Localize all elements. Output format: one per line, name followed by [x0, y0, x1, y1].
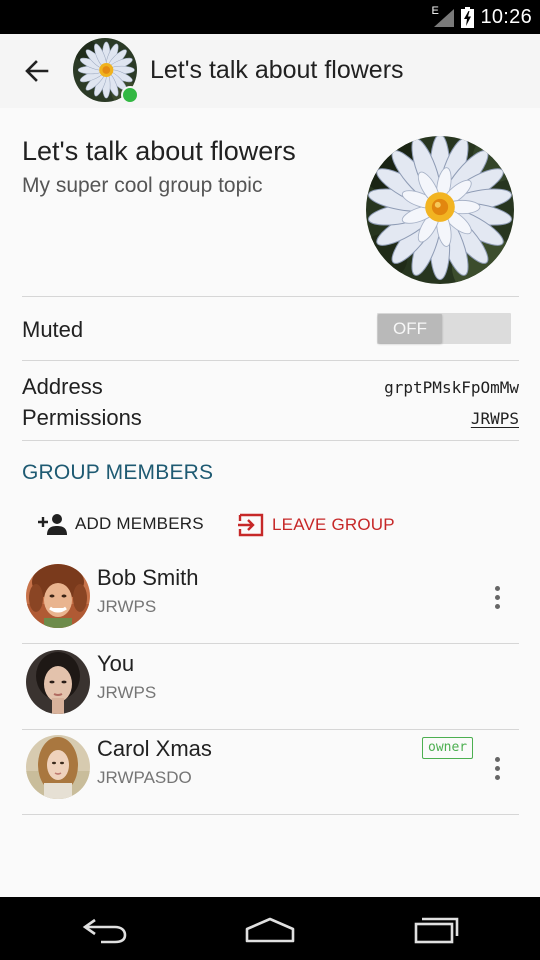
member-permissions: JRWPASDO [97, 768, 192, 787]
arrow-left-icon [25, 60, 49, 82]
nav-back-button[interactable] [75, 911, 135, 947]
member-name: Bob Smith [97, 565, 199, 590]
more-vert-icon [494, 756, 500, 762]
member-row[interactable]: Bob Smith JRWPS [22, 558, 519, 644]
group-members-title: GROUP MEMBERS [22, 461, 214, 484]
clock: 10:26 [480, 5, 532, 28]
screen: E 10:26 Let's talk about flowers Let's t… [0, 0, 540, 960]
member-menu-button[interactable] [487, 582, 507, 612]
nav-home-button[interactable] [240, 911, 300, 947]
online-status-dot [121, 86, 139, 104]
leave-group-button[interactable]: LEAVE GROUP [238, 513, 395, 537]
member-avatar [26, 650, 90, 714]
member-avatar [26, 564, 90, 628]
signal-icon [434, 9, 455, 27]
member-permissions: JRWPS [97, 597, 157, 616]
muted-toggle[interactable]: OFF [377, 313, 511, 344]
member-menu-button[interactable] [487, 753, 507, 783]
navigation-bar [0, 897, 540, 960]
divider [22, 360, 519, 361]
add-members-button[interactable]: ADD MEMBERS [37, 513, 204, 535]
leave-group-label: LEAVE GROUP [272, 515, 395, 534]
divider [22, 814, 519, 815]
back-button[interactable] [20, 55, 54, 87]
more-vert-icon [494, 585, 500, 591]
battery-charging-icon [461, 6, 475, 28]
permissions-value[interactable]: JRWPS [471, 409, 519, 428]
person-add-icon [38, 514, 67, 535]
status-icons: E 10:26 [431, 0, 532, 34]
nav-recents-button[interactable] [406, 911, 466, 947]
add-members-label: ADD MEMBERS [75, 514, 204, 533]
address-value: grptPMskFpOmMw [384, 378, 519, 397]
muted-label: Muted [22, 317, 84, 342]
status-bar: E 10:26 [0, 0, 540, 34]
exit-icon [238, 513, 264, 537]
appbar-group-avatar[interactable] [73, 38, 139, 104]
member-avatar [26, 735, 90, 799]
group-topic: My super cool group topic [22, 174, 263, 197]
permissions-label: Permissions [22, 405, 142, 430]
group-name: Let's talk about flowers [22, 136, 296, 166]
member-permissions: JRWPS [97, 683, 157, 702]
owner-badge: owner [422, 737, 474, 759]
group-avatar[interactable] [366, 136, 514, 284]
muted-toggle-thumb: OFF [378, 314, 442, 343]
member-row[interactable]: Carol Xmas JRWPASDO owner [22, 729, 519, 815]
divider [22, 440, 519, 441]
network-indicator: E [431, 5, 455, 28]
member-name: Carol Xmas [97, 736, 212, 761]
address-label: Address [22, 374, 103, 399]
app-bar: Let's talk about flowers [0, 34, 540, 108]
member-name: You [97, 651, 135, 676]
member-row[interactable]: You JRWPS [22, 644, 519, 730]
app-bar-title: Let's talk about flowers [150, 56, 404, 84]
divider [22, 296, 519, 297]
nav-back-icon [82, 918, 127, 944]
nav-recents-icon [414, 917, 459, 944]
nav-home-icon [245, 917, 295, 943]
